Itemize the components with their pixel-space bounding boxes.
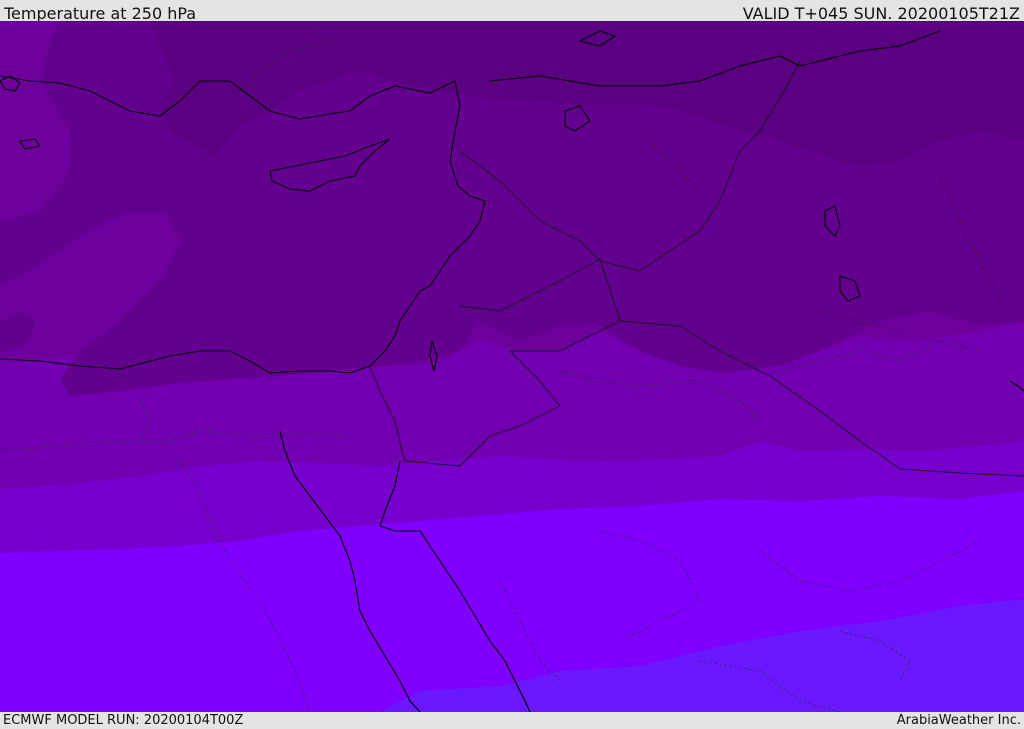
credit-label: ArabiaWeather Inc. (896, 713, 1021, 728)
footer-bar: ECMWF MODEL RUN: 20200104T00Z ArabiaWeat… (0, 712, 1024, 729)
model-run-label: ECMWF MODEL RUN: 20200104T00Z (3, 713, 244, 728)
map-canvas (0, 21, 1024, 712)
header-bar: Temperature at 250 hPa VALID T+045 SUN. … (0, 0, 1024, 23)
weather-map[interactable] (0, 21, 1024, 712)
